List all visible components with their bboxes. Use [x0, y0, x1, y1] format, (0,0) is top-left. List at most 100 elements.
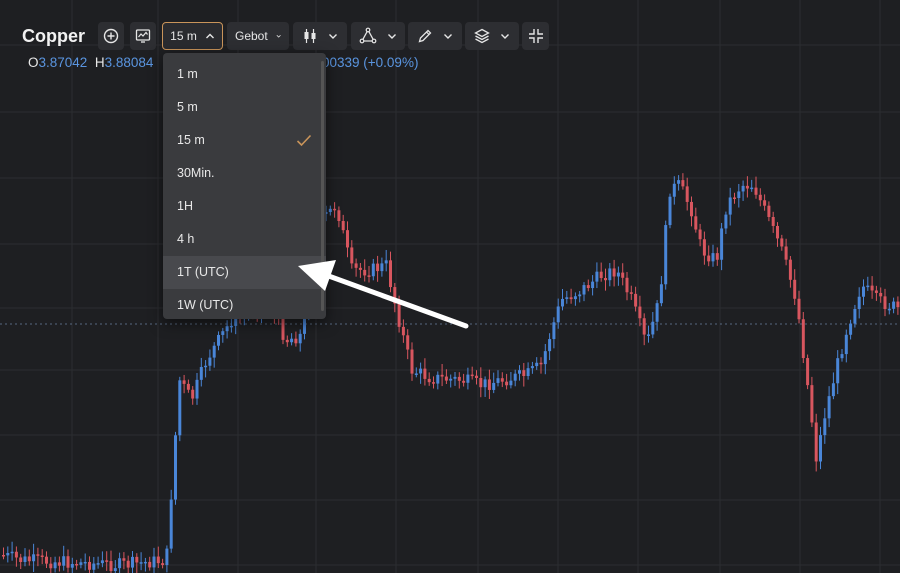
open-value: 3.87042	[38, 55, 88, 70]
candle-body	[793, 279, 797, 299]
high-value: 3.88084	[104, 55, 154, 70]
drawing-tools-icon	[359, 27, 377, 44]
candle-body	[92, 563, 96, 570]
option-label: 1W (UTC)	[177, 298, 234, 312]
candle-body	[840, 354, 844, 359]
candle-body	[672, 183, 676, 197]
chart-type-button[interactable]	[293, 22, 347, 50]
drawing-tools-button[interactable]	[351, 22, 405, 50]
candle-body	[139, 562, 143, 564]
candle-body	[2, 555, 5, 557]
candle-body	[642, 318, 646, 335]
candle-body	[737, 191, 741, 198]
candle-body	[483, 379, 487, 388]
candle-body	[105, 560, 109, 562]
candle-body	[281, 318, 285, 340]
timeframe-option-4h[interactable]: 4 h	[163, 223, 326, 256]
candle-body	[83, 561, 87, 564]
candle-body	[294, 338, 298, 344]
candle-body	[36, 554, 40, 556]
candle-body	[466, 374, 470, 383]
candle-body	[664, 225, 668, 285]
candle-body	[539, 362, 543, 365]
timeframe-option-1w-utc[interactable]: 1W (UTC)	[163, 289, 326, 319]
candle-body	[810, 385, 814, 423]
candle-body	[862, 286, 865, 297]
candle-body	[40, 555, 44, 558]
candle-body	[823, 418, 827, 436]
candle-body	[225, 326, 229, 332]
candle-body	[819, 435, 822, 462]
candle-body	[363, 269, 367, 276]
candle-body	[621, 272, 625, 278]
candle-body	[143, 561, 147, 564]
candle-body	[677, 180, 681, 184]
candle-body	[685, 186, 689, 202]
candles	[2, 173, 900, 573]
candle-body	[70, 563, 74, 568]
option-label: 1T (UTC)	[177, 265, 229, 279]
layers-icon	[474, 28, 490, 44]
candle-body	[337, 210, 341, 222]
candle-body	[401, 326, 405, 336]
candle-body	[883, 296, 887, 310]
candle-body	[707, 255, 711, 262]
add-button[interactable]	[98, 22, 124, 50]
candle-body	[384, 260, 388, 264]
timeframe-option-30min[interactable]: 30Min.	[163, 157, 326, 190]
candle-body	[518, 370, 521, 374]
candle-body	[440, 374, 444, 377]
candle-body	[393, 287, 397, 304]
timeframe-option-5m[interactable]: 5 m	[163, 91, 326, 124]
candle-body	[178, 380, 182, 436]
candle-body	[866, 285, 870, 288]
candle-body	[659, 284, 663, 304]
check-icon	[296, 134, 312, 147]
indicator-icon	[135, 29, 151, 43]
timeframe-option-15m[interactable]: 15 m	[163, 124, 326, 157]
timeframe-dropdown: 1 m 5 m 15 m 30Min. 1H 4 h 1T (UTC) 1W (…	[163, 53, 326, 319]
candle-body	[724, 214, 728, 229]
candle-body	[874, 290, 878, 293]
option-label: 5 m	[177, 100, 198, 114]
candle-body	[131, 556, 134, 568]
candle-body	[651, 321, 655, 335]
candle-body	[634, 293, 638, 307]
candlestick-chart[interactable]	[0, 0, 900, 573]
chevron-down-icon	[444, 34, 452, 39]
candle-body	[113, 568, 117, 572]
timeframe-option-1m[interactable]: 1 m	[163, 58, 326, 91]
candle-body	[62, 556, 66, 566]
candle-body	[526, 368, 530, 376]
indicators-button[interactable]	[130, 22, 156, 50]
dropdown-scrollbar[interactable]	[321, 61, 324, 311]
candle-body	[23, 556, 27, 563]
candle-body	[728, 197, 732, 215]
price-type-button[interactable]: Gebot	[227, 22, 289, 50]
collapse-button[interactable]	[522, 22, 549, 50]
open-key: O	[28, 55, 39, 70]
candle-body	[552, 322, 556, 340]
option-label: 1 m	[177, 67, 198, 81]
candle-body	[419, 368, 423, 374]
candle-body	[449, 378, 453, 381]
candle-body	[711, 253, 715, 262]
candle-body	[522, 370, 526, 376]
candle-body	[53, 562, 57, 569]
layers-button[interactable]	[465, 22, 519, 50]
candle-body	[844, 334, 848, 355]
timeframe-button[interactable]: 15 m	[162, 22, 223, 50]
candle-body	[784, 246, 788, 260]
timeframe-option-1h[interactable]: 1H	[163, 190, 326, 223]
candle-body	[479, 377, 483, 388]
candle-body	[436, 374, 440, 384]
candle-body	[27, 556, 31, 562]
pencil-button[interactable]	[408, 22, 462, 50]
high-key: H	[94, 55, 105, 70]
candle-body	[604, 278, 607, 281]
candle-body	[14, 551, 18, 558]
timeframe-option-1t-utc[interactable]: 1T (UTC)	[163, 256, 326, 289]
candle-body	[333, 208, 337, 211]
chart-grid	[0, 0, 900, 573]
candle-body	[75, 563, 79, 566]
